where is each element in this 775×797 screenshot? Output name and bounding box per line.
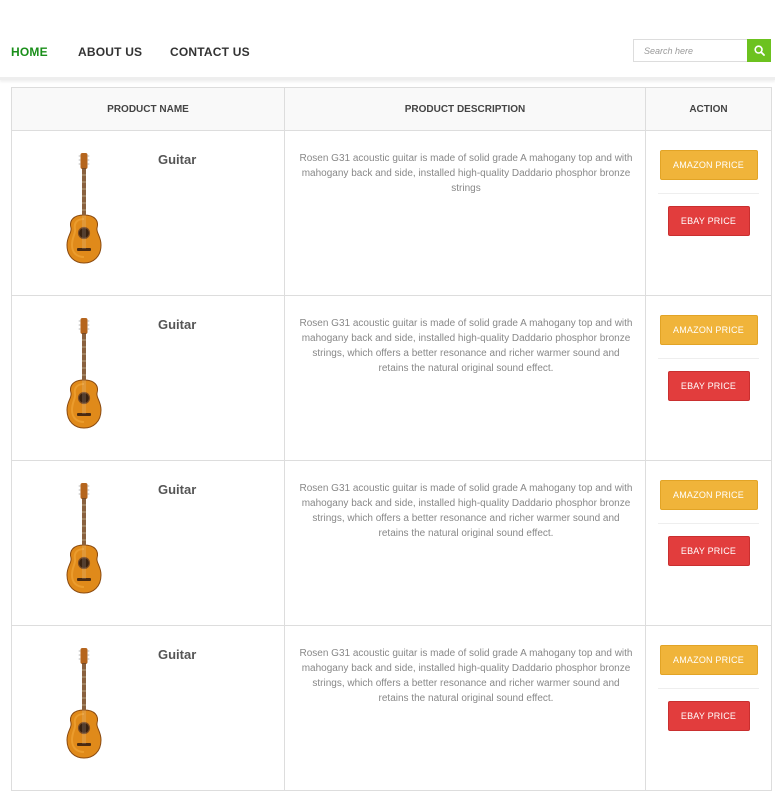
table-row: Guitar Rosen G31 acoustic guitar is made… bbox=[11, 625, 772, 791]
product-title: Guitar bbox=[158, 317, 197, 332]
product-description: Rosen G31 acoustic guitar is made of sol… bbox=[299, 648, 633, 704]
acoustic-guitar-image bbox=[66, 153, 102, 264]
header-action: ACTION bbox=[645, 87, 772, 131]
product-table: PRODUCT NAME PRODUCT DESCRIPTION ACTION bbox=[11, 87, 772, 791]
action-cell: AMAZON PRICE EBAY PRICE bbox=[645, 625, 772, 791]
button-divider bbox=[658, 358, 759, 359]
acoustic-guitar-image bbox=[66, 483, 102, 594]
action-cell: AMAZON PRICE EBAY PRICE bbox=[645, 130, 772, 296]
ebay-price-button[interactable]: EBAY PRICE bbox=[667, 371, 750, 401]
product-description-cell: Rosen G31 acoustic guitar is made of sol… bbox=[284, 295, 646, 461]
button-divider bbox=[658, 193, 759, 194]
button-divider bbox=[658, 523, 759, 524]
nav-contact-us-link[interactable]: CONTACT US bbox=[170, 45, 250, 59]
product-description-cell: Rosen G31 acoustic guitar is made of sol… bbox=[284, 625, 646, 791]
amazon-price-button[interactable]: AMAZON PRICE bbox=[659, 150, 758, 180]
nav-about-us-link[interactable]: ABOUT US bbox=[78, 45, 142, 59]
table-row: Guitar Rosen G31 acoustic guitar is made… bbox=[11, 295, 772, 461]
action-cell: AMAZON PRICE EBAY PRICE bbox=[645, 295, 772, 461]
table-header-row: PRODUCT NAME PRODUCT DESCRIPTION ACTION bbox=[11, 87, 772, 131]
action-cell: AMAZON PRICE EBAY PRICE bbox=[645, 460, 772, 626]
table-row: Guitar Rosen G31 acoustic guitar is made… bbox=[11, 130, 772, 296]
product-description: Rosen G31 acoustic guitar is made of sol… bbox=[299, 483, 633, 539]
amazon-price-button[interactable]: AMAZON PRICE bbox=[659, 315, 758, 345]
header-product-name: PRODUCT NAME bbox=[11, 87, 285, 131]
ebay-price-button[interactable]: EBAY PRICE bbox=[667, 206, 750, 236]
ebay-price-button[interactable]: EBAY PRICE bbox=[667, 536, 750, 566]
product-description: Rosen G31 acoustic guitar is made of sol… bbox=[299, 318, 633, 374]
product-name-cell: Guitar bbox=[11, 295, 285, 461]
search-box bbox=[633, 39, 771, 62]
product-title: Guitar bbox=[158, 482, 197, 497]
search-button[interactable] bbox=[747, 39, 771, 62]
product-description-cell: Rosen G31 acoustic guitar is made of sol… bbox=[284, 130, 646, 296]
product-name-cell: Guitar bbox=[11, 130, 285, 296]
nav-home-link[interactable]: HOME bbox=[11, 45, 48, 59]
product-description: Rosen G31 acoustic guitar is made of sol… bbox=[299, 153, 633, 194]
product-name-cell: Guitar bbox=[11, 625, 285, 791]
product-title: Guitar bbox=[158, 647, 197, 662]
product-description-cell: Rosen G31 acoustic guitar is made of sol… bbox=[284, 460, 646, 626]
table-row: Guitar Rosen G31 acoustic guitar is made… bbox=[11, 460, 772, 626]
product-title: Guitar bbox=[158, 152, 197, 167]
button-divider bbox=[658, 688, 759, 689]
search-icon bbox=[753, 45, 765, 56]
amazon-price-button[interactable]: AMAZON PRICE bbox=[659, 480, 758, 510]
amazon-price-button[interactable]: AMAZON PRICE bbox=[659, 645, 758, 675]
header-product-description: PRODUCT DESCRIPTION bbox=[284, 87, 646, 131]
ebay-price-button[interactable]: EBAY PRICE bbox=[667, 701, 750, 731]
acoustic-guitar-image bbox=[66, 648, 102, 759]
top-navbar: HOME ABOUT US CONTACT US bbox=[0, 0, 775, 80]
search-input[interactable] bbox=[633, 39, 747, 62]
product-name-cell: Guitar bbox=[11, 460, 285, 626]
acoustic-guitar-image bbox=[66, 318, 102, 429]
